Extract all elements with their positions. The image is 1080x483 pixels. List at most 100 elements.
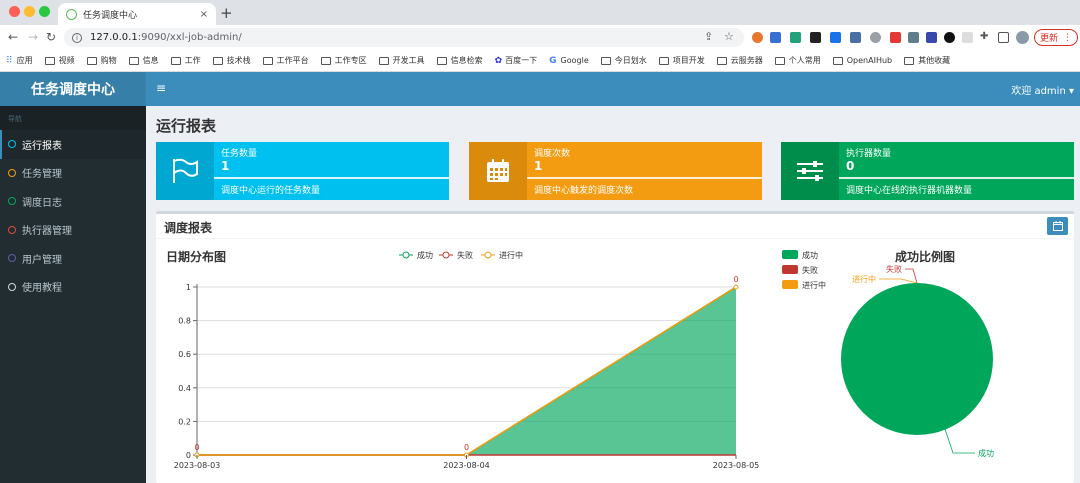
folder-icon — [716, 56, 727, 65]
x-tick-label: 2023-08-04 — [443, 461, 490, 470]
extension-icon[interactable] — [830, 32, 841, 43]
sidebar: 导航 运行报表 任务管理 调度日志 执行器管理 用户管理 使用教程 — [0, 106, 146, 483]
reload-icon[interactable]: ↻ — [46, 30, 56, 44]
circle-icon — [8, 140, 16, 149]
browser-tab[interactable]: 任务调度中心 × — [58, 3, 216, 25]
sidebar-item[interactable]: 使用教程 — [0, 273, 146, 302]
bookmark-item[interactable]: OpenAIHub — [832, 56, 892, 65]
address-bar[interactable]: i 127.0.0.1:9090/xxl-job-admin/ ⇪ ☆ — [64, 28, 744, 47]
extensions-puzzle-icon[interactable]: ✚ — [980, 31, 988, 42]
url-host: 127.0.0.1 — [90, 32, 138, 43]
legend-label: 失败 — [457, 250, 473, 260]
new-tab-button[interactable]: + — [220, 4, 233, 22]
extension-icon[interactable] — [870, 32, 881, 43]
legend-label: 成功 — [417, 250, 433, 260]
bookmark-item[interactable]: ✿ 百度一下 — [495, 55, 538, 66]
info-box-description: 调度中心运行的任务数量 — [221, 186, 321, 196]
legend-label: 进行中 — [499, 250, 523, 260]
sidebar-item[interactable]: 执行器管理 — [0, 216, 146, 245]
extension-icon[interactable] — [770, 32, 781, 43]
app-logo[interactable]: 任务调度中心 — [0, 72, 146, 106]
bookmark-item[interactable]: G Google — [549, 56, 589, 66]
flag-icon — [156, 142, 214, 200]
url-path: :9090/xxl-job-admin/ — [137, 32, 242, 43]
minimize-window-button[interactable] — [24, 6, 35, 17]
apps-grid-icon: ⠿ — [6, 55, 13, 66]
tab-close-icon[interactable]: × — [200, 9, 208, 20]
extension-icon[interactable] — [810, 32, 821, 43]
legend-marker — [484, 251, 492, 259]
bookmark-item[interactable]: 信息 — [128, 55, 159, 66]
bookmark-item[interactable]: 工作平台 — [262, 55, 309, 66]
legend-marker — [402, 251, 410, 259]
bookmark-item[interactable]: 个人常用 — [774, 55, 821, 66]
report-box-title: 调度报表 — [164, 221, 213, 235]
tab-title: 任务调度中心 — [83, 10, 138, 21]
sidebar-item[interactable]: 调度日志 — [0, 187, 146, 216]
calendar-icon — [469, 142, 527, 200]
legend-label: 进行中 — [802, 280, 826, 290]
bookmark-star-icon[interactable]: ☆ — [724, 30, 734, 43]
bookmark-item[interactable]: 项目开发 — [658, 55, 705, 66]
bookmark-item[interactable]: 其他收藏 — [904, 55, 950, 66]
extension-icon[interactable] — [890, 32, 901, 43]
bookmark-item[interactable]: 工作 — [170, 55, 201, 66]
legend-swatch — [782, 250, 798, 259]
sliders-icon — [781, 142, 839, 200]
bookmark-item[interactable]: 视频 — [44, 55, 75, 66]
page-title: 运行报表 — [156, 117, 217, 135]
sidebar-item[interactable]: 任务管理 — [0, 159, 146, 188]
url-text: 127.0.0.1:9090/xxl-job-admin/ — [90, 32, 242, 43]
y-tick-label: 0.6 — [178, 350, 191, 359]
bookmark-item[interactable]: 开发工具 — [378, 55, 425, 66]
extension-icon[interactable] — [926, 32, 937, 43]
forward-icon[interactable]: → — [28, 30, 38, 44]
folder-icon — [378, 56, 389, 65]
slice-label: 进行中 — [852, 274, 876, 284]
update-button[interactable]: 更新 ⋮ — [1034, 29, 1078, 46]
folder-icon — [86, 56, 97, 65]
side-panel-icon[interactable] — [998, 32, 1009, 43]
profile-avatar[interactable] — [1016, 31, 1029, 44]
circle-icon — [8, 197, 16, 206]
back-icon[interactable]: ← — [8, 30, 18, 44]
sidebar-item[interactable]: 运行报表 — [0, 130, 146, 159]
folder-icon — [658, 56, 669, 65]
data-label: 0 — [733, 275, 738, 284]
sidebar-item-label: 使用教程 — [22, 283, 62, 295]
report-box-header: 调度报表 — [156, 214, 1074, 239]
share-icon[interactable]: ⇪ — [704, 30, 713, 43]
bookmark-item[interactable]: ⠿ 应用 — [6, 55, 33, 66]
close-window-button[interactable] — [9, 6, 20, 17]
sidebar-item-label: 任务管理 — [22, 169, 62, 181]
y-tick-label: 0.4 — [178, 384, 191, 393]
extension-icon[interactable] — [850, 32, 861, 43]
folder-icon — [320, 56, 331, 65]
info-box: 任务数量 1 调度中心运行的任务数量 — [156, 142, 449, 200]
bookmark-item[interactable]: 技术栈 — [212, 55, 251, 66]
info-box-number: 1 — [534, 159, 543, 173]
folder-icon — [44, 56, 55, 65]
extension-icon[interactable] — [962, 32, 973, 43]
info-box-number: 0 — [846, 159, 855, 173]
extension-icon[interactable] — [908, 32, 919, 43]
bookmark-item[interactable]: 工作专区 — [320, 55, 367, 66]
circle-icon — [8, 254, 16, 263]
maximize-window-button[interactable] — [39, 6, 50, 17]
date-range-button[interactable] — [1047, 217, 1068, 235]
extension-icon[interactable] — [790, 32, 801, 43]
date-distribution-chart: 00.20.40.60.810 002023-08-03 2023-08-04 202… — [174, 250, 760, 470]
sidebar-toggle-icon[interactable]: ≡ — [156, 81, 166, 95]
sidebar-item-label: 运行报表 — [22, 140, 62, 152]
x-tick-label: 2023-08-05 — [713, 461, 760, 470]
sidebar-item[interactable]: 用户管理 — [0, 244, 146, 273]
bookmark-item[interactable]: 云服务器 — [716, 55, 763, 66]
bookmark-item[interactable]: 购物 — [86, 55, 117, 66]
extension-icon[interactable] — [752, 32, 763, 43]
bookmark-item[interactable]: 今日划水 — [600, 55, 647, 66]
y-tick-label: 0.2 — [178, 417, 191, 426]
site-info-icon[interactable]: i — [72, 32, 82, 43]
bookmark-item[interactable]: 信息检索 — [436, 55, 483, 66]
extension-icon[interactable] — [944, 32, 955, 43]
user-menu[interactable]: 欢迎 admin ▾ — [1011, 82, 1074, 97]
